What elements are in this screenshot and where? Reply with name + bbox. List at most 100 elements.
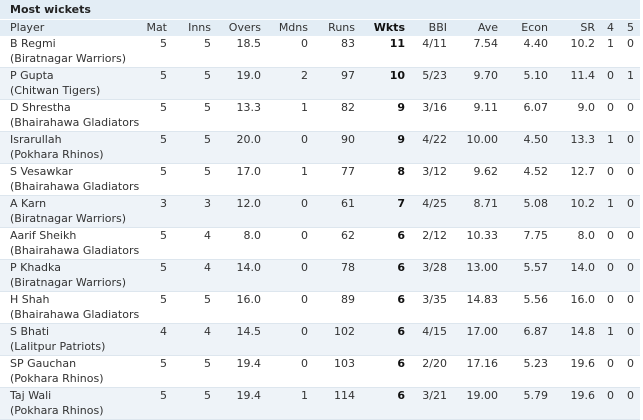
five-wicket-cell: 0 <box>620 131 640 164</box>
player-team: (Lalitpur Patriots) <box>10 340 106 353</box>
player-name-link[interactable]: A Karn <box>10 196 134 211</box>
strike-rate-cell: 9.0 <box>577 101 596 114</box>
player-team: (Biratnagar Warriors) <box>10 52 127 65</box>
player-team: (Bhairahawa Gladiators) <box>10 116 140 129</box>
five-wicket-cell: 1 <box>620 67 640 100</box>
strike-rate-cell: 8.0 <box>577 229 596 242</box>
best-bowling-cell: 4/15 <box>411 323 453 356</box>
col-header-mat[interactable]: Mat <box>140 20 173 36</box>
col-header-fours[interactable]: 4 <box>601 20 620 36</box>
runs-cell: 89 <box>341 293 355 306</box>
player-team: (Pokhara Rhinos) <box>10 148 104 161</box>
strike-rate-cell: 10.2 <box>570 37 596 50</box>
average-cell: 17.00 <box>453 323 504 356</box>
maidens-cell: 2 <box>267 67 314 100</box>
player-name-link[interactable]: B Regmi <box>10 36 134 51</box>
wickets-cell: 6 <box>361 323 411 356</box>
player-name-link[interactable]: S Vesawkar <box>10 164 134 179</box>
col-header-overs[interactable]: Overs <box>217 20 267 36</box>
matches-cell: 4 <box>140 323 173 356</box>
col-header-mdns[interactable]: Mdns <box>267 20 314 36</box>
col-header-sr[interactable]: SR <box>554 20 601 36</box>
four-wicket-cell: 0 <box>601 259 620 292</box>
col-header-inns[interactable]: Inns <box>173 20 217 36</box>
average-cell: 14.83 <box>466 293 499 306</box>
economy-cell: 4.40 <box>523 37 549 50</box>
col-header-runs[interactable]: Runs <box>314 20 361 36</box>
player-cell: B Regmi (Biratnagar Warriors) <box>0 36 140 68</box>
economy-cell: 5.23 <box>523 357 549 370</box>
overs-cell: 8.0 <box>243 229 262 242</box>
overs-cell: 12.0 <box>217 195 267 228</box>
four-wicket-cell: 0 <box>607 229 614 242</box>
five-wicket-cell: 0 <box>627 165 634 178</box>
best-bowling-cell: 3/28 <box>411 259 453 292</box>
innings-cell: 5 <box>204 101 211 114</box>
col-header-ave[interactable]: Ave <box>453 20 504 36</box>
player-name-link[interactable]: P Khadka <box>10 260 134 275</box>
player-name-link[interactable]: P Gupta <box>10 68 134 83</box>
economy-cell: 5.79 <box>504 387 554 420</box>
average-cell: 8.71 <box>453 195 504 228</box>
player-name-link[interactable]: SP Gauchan <box>10 356 134 371</box>
wickets-cell: 11 <box>389 37 405 50</box>
matches-cell: 5 <box>160 229 167 242</box>
innings-cell: 5 <box>204 165 211 178</box>
wickets-cell: 6 <box>397 357 405 370</box>
player-name-link[interactable]: S Bhati <box>10 324 134 339</box>
player-team: (Bhairahawa Gladiators) <box>10 308 140 321</box>
best-bowling-cell: 3/12 <box>422 165 447 178</box>
strike-rate-cell: 13.3 <box>554 131 601 164</box>
overs-cell: 19.0 <box>217 67 267 100</box>
table-row: A Karn (Biratnagar Warriors) 3 3 12.0 0 61 7 4/2… <box>0 195 640 228</box>
maidens-cell: 0 <box>301 357 308 370</box>
runs-cell: 97 <box>314 67 361 100</box>
five-wicket-cell: 0 <box>620 323 640 356</box>
runs-cell: 102 <box>314 323 361 356</box>
col-header-fives[interactable]: 5 <box>620 20 640 36</box>
player-team: (Bhairahawa Gladiators) <box>10 244 140 257</box>
wickets-cell: 9 <box>361 131 411 164</box>
strike-rate-cell: 12.7 <box>570 165 596 178</box>
table-row: Aarif Sheikh (Bhairahawa Gladiators) 5 4 8.0… <box>0 228 640 260</box>
wickets-cell: 10 <box>361 67 411 100</box>
four-wicket-cell: 0 <box>607 293 614 306</box>
col-header-player[interactable]: Player <box>0 20 140 36</box>
best-bowling-cell: 3/35 <box>422 293 447 306</box>
player-name-link[interactable]: Taj Wali <box>10 388 134 403</box>
col-header-econ[interactable]: Econ <box>504 20 554 36</box>
wickets-cell: 6 <box>397 229 405 242</box>
table-row: B Regmi (Biratnagar Warriors) 5 5 18.5 0 83 11 4… <box>0 36 640 68</box>
table-row: SP Gauchan (Pokhara Rhinos) 5 5 19.4 0 103 6 2/2… <box>0 356 640 388</box>
best-bowling-cell: 4/25 <box>411 195 453 228</box>
economy-cell: 5.56 <box>523 293 549 306</box>
col-header-bbi[interactable]: BBI <box>411 20 453 36</box>
col-header-wkts[interactable]: Wkts <box>361 20 411 36</box>
player-team: (Biratnagar Warriors) <box>10 276 127 289</box>
player-cell: SP Gauchan (Pokhara Rhinos) <box>0 356 140 388</box>
four-wicket-cell: 1 <box>607 37 614 50</box>
player-name-link[interactable]: H Shah <box>10 292 134 307</box>
average-cell: 9.62 <box>473 165 499 178</box>
matches-cell: 5 <box>140 131 173 164</box>
maidens-cell: 1 <box>301 165 308 178</box>
overs-cell: 18.5 <box>236 37 262 50</box>
wickets-cell: 6 <box>361 387 411 420</box>
player-name-link[interactable]: Aarif Sheikh <box>10 228 134 243</box>
player-cell: A Karn (Biratnagar Warriors) <box>0 195 140 228</box>
innings-cell: 4 <box>173 259 217 292</box>
matches-cell: 3 <box>140 195 173 228</box>
matches-cell: 5 <box>160 37 167 50</box>
strike-rate-cell: 14.8 <box>554 323 601 356</box>
player-name-link[interactable]: Israrullah <box>10 132 134 147</box>
player-name-link[interactable]: D Shrestha <box>10 100 134 115</box>
table-body: B Regmi (Biratnagar Warriors) 5 5 18.5 0 83 11 4… <box>0 36 640 420</box>
matches-cell: 5 <box>160 357 167 370</box>
maidens-cell: 1 <box>301 101 308 114</box>
average-cell: 9.11 <box>473 101 499 114</box>
average-cell: 19.00 <box>453 387 504 420</box>
maidens-cell: 0 <box>301 293 308 306</box>
five-wicket-cell: 0 <box>620 195 640 228</box>
strike-rate-cell: 16.0 <box>570 293 596 306</box>
economy-cell: 5.57 <box>504 259 554 292</box>
